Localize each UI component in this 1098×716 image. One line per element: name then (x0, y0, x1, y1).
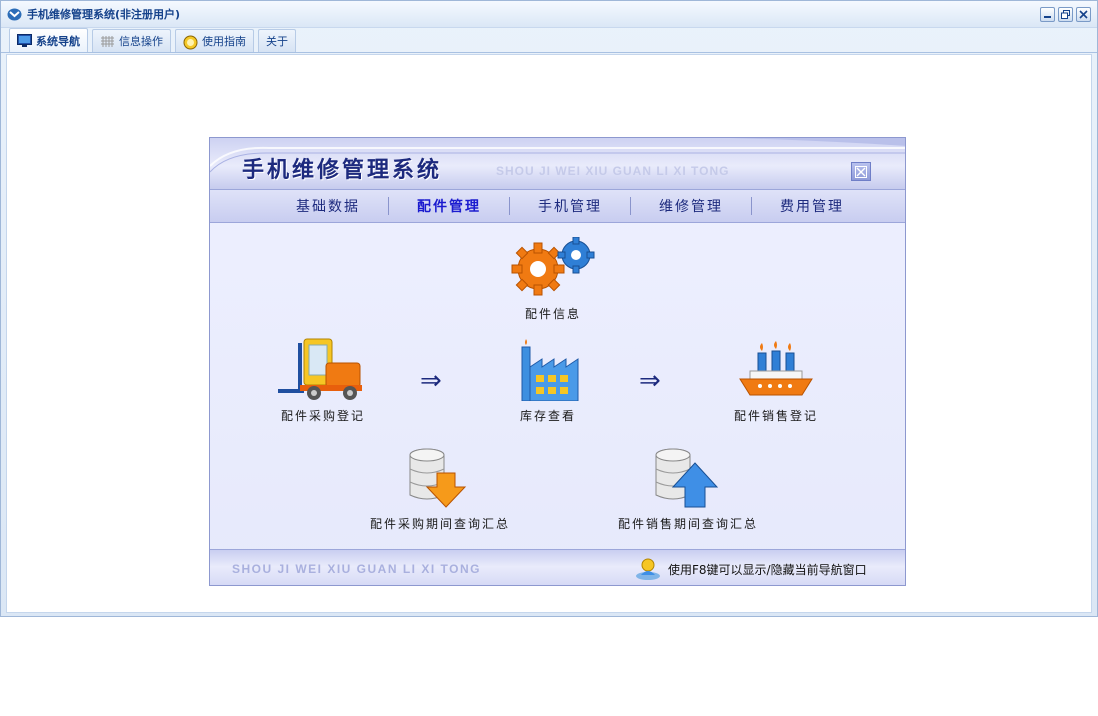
panel-close-button[interactable] (851, 162, 871, 181)
parts-info-item[interactable]: 配件信息 (508, 237, 598, 322)
sales-register-label: 配件销售登记 (734, 409, 819, 423)
factory-icon (521, 339, 579, 401)
purchase-summary-item[interactable]: 配件采购期间查询汇总 (370, 445, 510, 532)
app-logo-icon (7, 8, 22, 21)
tab-about[interactable]: 关于 (258, 29, 296, 52)
tab-bar: 系统导航 信息操作 使用指南 关于 (1, 28, 1097, 53)
module-basic-data[interactable]: 基础数据 (268, 196, 388, 216)
tab-label: 系统导航 (36, 34, 80, 48)
tab-label: 使用指南 (202, 35, 246, 48)
module-phone-management[interactable]: 手机管理 (510, 196, 630, 216)
panel-title: 手机维修管理系统 (242, 157, 443, 183)
help-icon (183, 35, 198, 49)
ship-icon (739, 341, 813, 396)
stock-view-label: 库存查看 (519, 409, 576, 423)
flow-arrow-icon: ⇒ (420, 366, 442, 396)
gears-icon (511, 237, 595, 296)
module-repair-management[interactable]: 维修管理 (631, 196, 751, 216)
footer-brand: SHOU JI WEI XIU GUAN LI XI TONG (232, 562, 481, 576)
panel-header: 手机维修管理系统 SHOU JI WEI XIU GUAN LI XI TONG (210, 138, 905, 189)
database-upload-icon (655, 448, 719, 508)
user-tip-icon (636, 558, 660, 580)
database-download-icon (409, 448, 467, 508)
grid-icon (100, 35, 115, 48)
purchase-summary-label: 配件采购期间查询汇总 (370, 517, 511, 531)
flow-arrow-icon: ⇒ (639, 366, 661, 396)
title-bar: 手机维修管理系统(非注册用户) (1, 1, 1097, 28)
navigation-panel: 手机维修管理系统 SHOU JI WEI XIU GUAN LI XI TONG… (209, 137, 906, 586)
module-parts-management[interactable]: 配件管理 (389, 196, 509, 216)
tab-label: 信息操作 (119, 35, 163, 48)
purchase-register-label: 配件采购登记 (280, 409, 365, 423)
restore-icon (1061, 9, 1070, 19)
tab-user-guide[interactable]: 使用指南 (175, 29, 254, 52)
tab-info-operation[interactable]: 信息操作 (92, 29, 171, 52)
module-fee-management[interactable]: 费用管理 (752, 196, 872, 216)
forklift-icon (278, 338, 362, 400)
monitor-icon (17, 34, 32, 47)
stock-view-item[interactable]: 库存查看 (516, 337, 580, 424)
minimize-icon (1044, 15, 1051, 18)
close-icon (855, 165, 867, 178)
sales-register-item[interactable]: 配件销售登记 (734, 337, 818, 424)
sales-summary-label: 配件销售期间查询汇总 (618, 517, 759, 531)
parts-info-label: 配件信息 (524, 307, 581, 321)
minimize-button[interactable] (1040, 6, 1055, 22)
sales-summary-item[interactable]: 配件销售期间查询汇总 (618, 445, 758, 532)
module-menu: 基础数据 配件管理 手机管理 维修管理 费用管理 (210, 189, 905, 223)
tab-label: 关于 (266, 35, 288, 48)
close-button[interactable] (1076, 6, 1091, 22)
close-icon (1079, 9, 1088, 19)
purchase-register-item[interactable]: 配件采购登记 (278, 337, 368, 424)
restore-button[interactable] (1058, 6, 1073, 22)
panel-subtitle: SHOU JI WEI XIU GUAN LI XI TONG (496, 164, 730, 178)
window-title: 手机维修管理系统(非注册用户) (27, 8, 181, 21)
footer-hint: 使用F8键可以显示/隐藏当前导航窗口 (668, 563, 867, 577)
panel-footer: SHOU JI WEI XIU GUAN LI XI TONG 使用F8键可以显… (210, 549, 905, 585)
tab-system-nav[interactable]: 系统导航 (9, 28, 88, 52)
